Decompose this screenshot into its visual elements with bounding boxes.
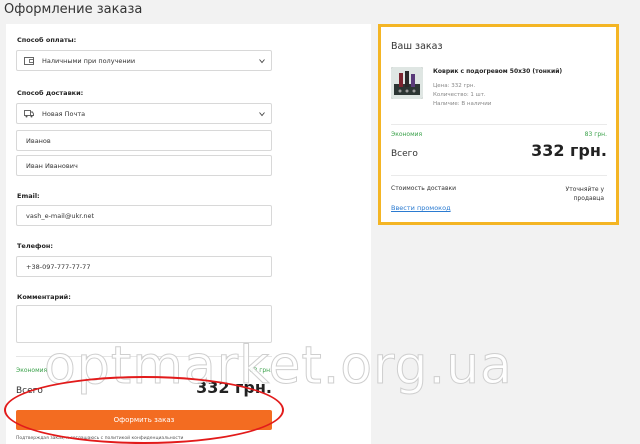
payment-label: Способ оплаты:	[17, 36, 77, 44]
form-total-value: 332 грн.	[196, 378, 272, 397]
phone-label: Телефон:	[17, 242, 54, 250]
delivery-select[interactable]: Новая Почта	[16, 103, 272, 124]
page-title: Оформление заказа	[4, 2, 143, 17]
comment-textarea[interactable]	[16, 305, 272, 343]
privacy-note: Подтверждая заказ, я соглашаюсь с полити…	[16, 436, 184, 441]
form-total-row: Всего 332 грн.	[16, 378, 272, 397]
full-name-input[interactable]: Иван Иванович	[16, 155, 272, 176]
summary-title: Ваш заказ	[391, 41, 443, 52]
full-name-value: Иван Иванович	[26, 161, 78, 170]
place-order-button[interactable]: Оформить заказ	[16, 410, 272, 430]
form-economy-row: Экономия 83 грн.	[16, 367, 272, 374]
form-total-label: Всего	[16, 386, 43, 396]
divider	[391, 175, 607, 176]
divider	[391, 124, 607, 125]
product-thumbnail-icon	[391, 67, 423, 99]
summary-economy-row: Экономия 83 грн.	[391, 131, 607, 138]
email-value: vash_e-mail@ukr.net	[26, 211, 95, 220]
payment-value: Наличными при получении	[42, 56, 136, 65]
summary-economy-label: Экономия	[391, 131, 423, 138]
order-summary: Ваш заказ Коврик с подогревом 50х30 (тон…	[378, 24, 619, 225]
delivery-value: Новая Почта	[42, 109, 86, 118]
email-input[interactable]: vash_e-mail@ukr.net	[16, 205, 272, 226]
chevron-down-icon	[259, 59, 265, 64]
product-image[interactable]	[391, 67, 423, 99]
payment-select[interactable]: Наличными при получении	[16, 50, 272, 71]
checkout-form: Способ оплаты: Наличными при получении С…	[6, 24, 371, 444]
truck-icon	[24, 110, 34, 118]
summary-total-label: Всего	[391, 149, 418, 159]
form-economy-value: 83 грн.	[249, 367, 272, 374]
wallet-icon	[24, 57, 34, 65]
summary-total-row: Всего 332 грн.	[391, 141, 607, 160]
product-quantity: Количество: 1 шт.	[433, 92, 486, 98]
shipping-label: Стоимость доставки	[391, 185, 457, 192]
delivery-label: Способ доставки:	[17, 89, 84, 97]
summary-economy-value: 83 грн.	[584, 131, 607, 138]
email-label: Email:	[17, 192, 40, 200]
comment-label: Комментарий:	[17, 293, 71, 301]
product-price: Цена: 332 грн.	[433, 83, 476, 89]
chevron-down-icon	[259, 112, 265, 117]
product-availability: Наличие: В наличии	[433, 101, 492, 107]
shipping-value: Уточняйте у продавца	[565, 186, 604, 202]
phone-value: +38-097-777-77-77	[26, 262, 91, 271]
product-name[interactable]: Коврик с подогревом 50х30 (тонкий)	[433, 68, 562, 75]
last-name-value: Иванов	[26, 136, 51, 145]
promo-code-link[interactable]: Ввести промокод	[391, 204, 451, 212]
last-name-input[interactable]: Иванов	[16, 130, 272, 151]
phone-input[interactable]: +38-097-777-77-77	[16, 256, 272, 277]
form-economy-label: Экономия	[16, 367, 48, 374]
divider	[16, 356, 272, 357]
summary-total-value: 332 грн.	[531, 141, 607, 160]
